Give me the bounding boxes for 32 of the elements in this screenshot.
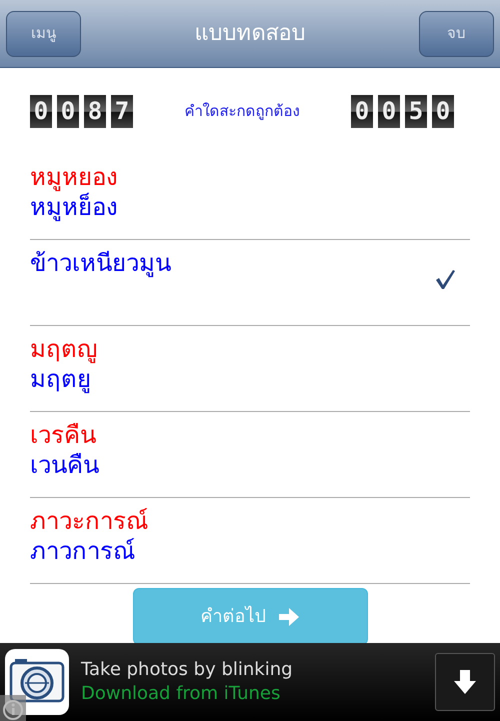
counter-digit: 0	[30, 94, 52, 128]
screen-title: แบบทดสอบ	[194, 20, 306, 48]
answer-row[interactable]: เวรคืน เวนคืน	[30, 412, 470, 498]
camera-app-icon	[5, 649, 69, 715]
counter-digit: 7	[111, 94, 133, 128]
word-option: หมูหยอง	[30, 162, 118, 192]
counter-digit: 5	[405, 94, 427, 128]
counter-digit: 0	[351, 94, 373, 128]
answer-row[interactable]: หมูหยอง หมูหย็อง	[30, 154, 470, 240]
answer-row[interactable]: ภาวะการณ์ ภาวการณ์	[30, 498, 470, 584]
word-option: ภาวการณ์	[30, 536, 148, 566]
download-arrow-icon	[453, 669, 477, 695]
counter-digit: 0	[57, 94, 79, 128]
info-icon[interactable]	[0, 695, 26, 721]
word-option: หมูหย็อง	[30, 192, 118, 222]
ad-title: Take photos by blinking	[81, 658, 293, 682]
counter-digit: 0	[378, 94, 400, 128]
answer-row[interactable]: ข้าวเหนียวมูน	[30, 240, 470, 326]
word-option: ภาวะการณ์	[30, 506, 148, 536]
counter-digit: 8	[84, 94, 106, 128]
word-option: เวรคืน	[30, 420, 99, 450]
ad-banner[interactable]: Take photos by blinking Download from iTunes	[0, 643, 500, 721]
counter-digit: 0	[432, 94, 454, 128]
word-option: เวนคืน	[30, 450, 99, 480]
word-option: ข้าวเหนียวมูน	[30, 248, 171, 278]
arrow-right-icon	[278, 606, 300, 626]
word-option: มฤตยู	[30, 364, 97, 394]
answer-row[interactable]: มฤตญู มฤตยู	[30, 326, 470, 412]
word-option: มฤตญู	[30, 334, 97, 364]
download-button[interactable]	[435, 653, 495, 711]
ad-subtitle: Download from iTunes	[81, 682, 282, 706]
question-label: คำใดสะกดถูกต้อง	[184, 100, 300, 122]
